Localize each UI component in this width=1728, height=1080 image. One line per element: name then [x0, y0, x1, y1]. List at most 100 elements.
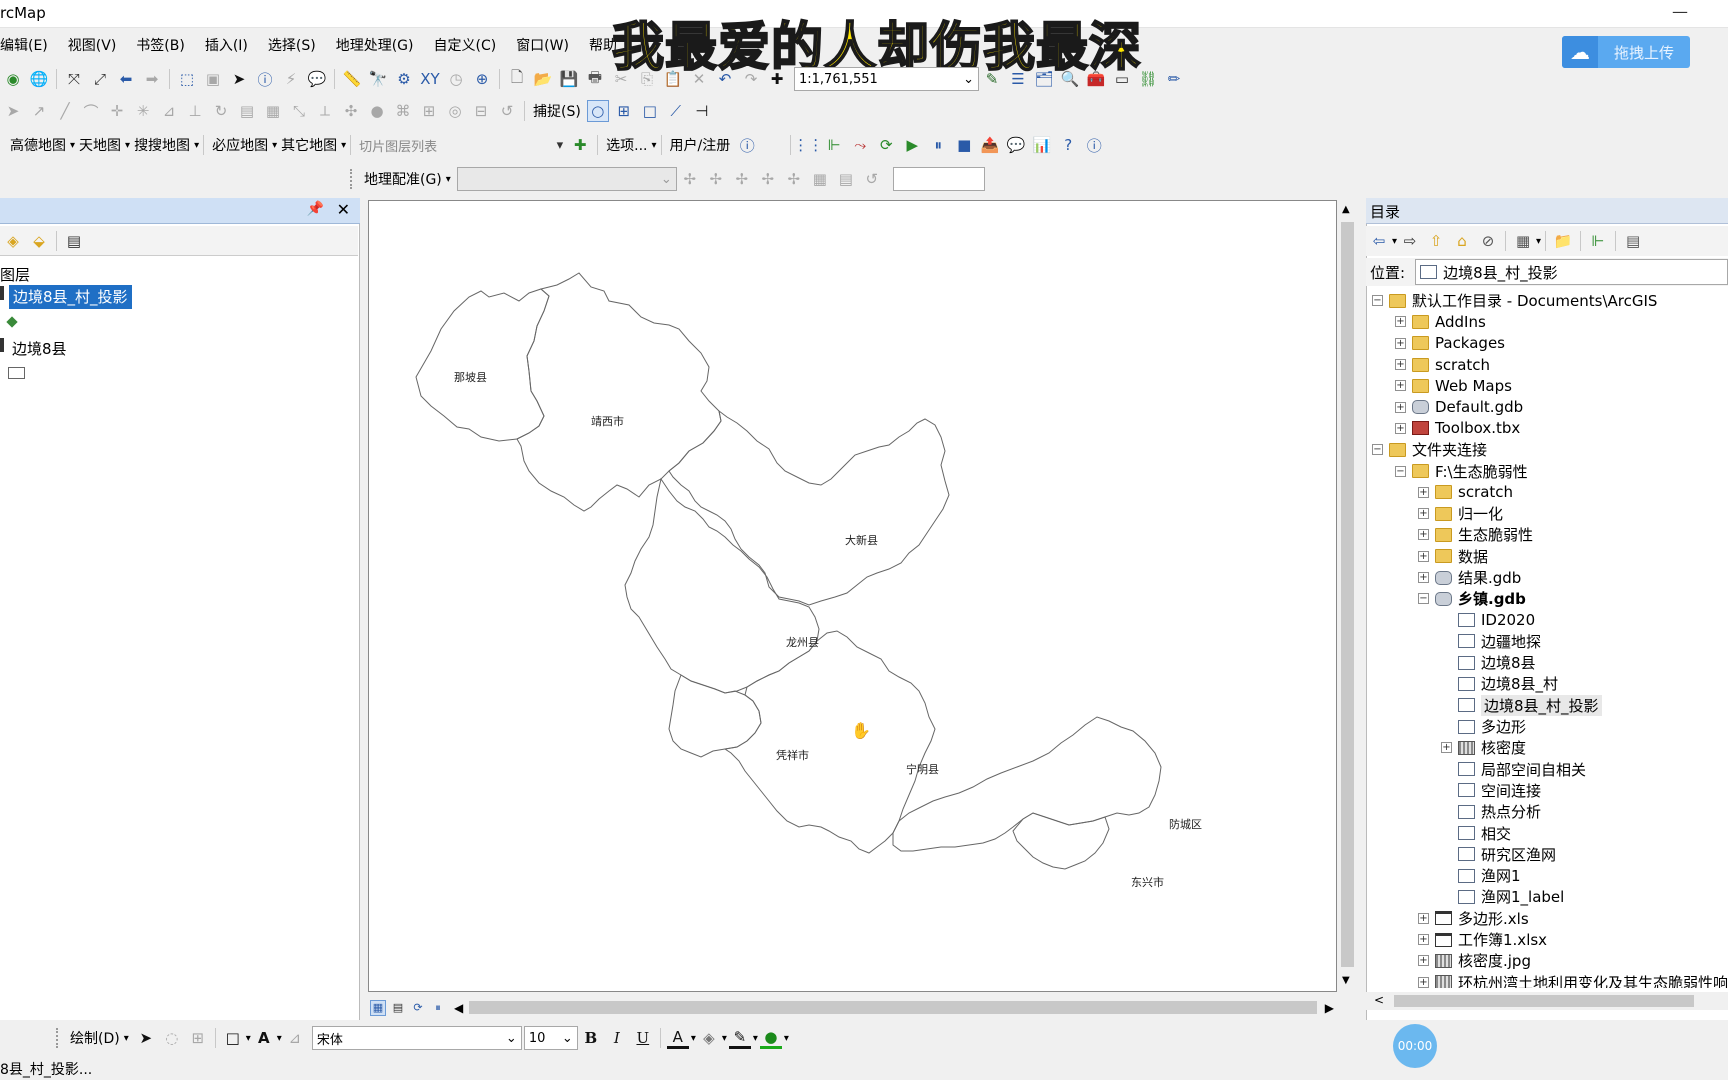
- model-builder-icon[interactable]: ⛓: [1137, 68, 1159, 90]
- copy-icon[interactable]: ⎘: [636, 68, 658, 90]
- play-icon[interactable]: ▶: [901, 134, 923, 156]
- expand-icon[interactable]: +: [1418, 486, 1429, 498]
- catalog-tree-item[interactable]: 边疆地探: [1366, 631, 1728, 652]
- catalog-tree-item[interactable]: + Packages: [1366, 333, 1728, 354]
- list-by-source-icon[interactable]: ⬙: [28, 230, 50, 252]
- catalog-tree-item[interactable]: 渔网1: [1366, 865, 1728, 886]
- refresh-view-icon[interactable]: ⟳: [410, 1000, 426, 1016]
- delete-icon[interactable]: ✕: [688, 68, 710, 90]
- menu-bookmarks[interactable]: 书签(B): [126, 33, 195, 59]
- full-extent-icon[interactable]: ⤧: [63, 68, 85, 90]
- straight-segment-icon[interactable]: ╱: [54, 100, 76, 122]
- map-view[interactable]: 那坡县 靖西市 大新县 龙州县 凭祥市 宁明县 防城区 东兴市 ✋: [368, 200, 1337, 992]
- expand-icon[interactable]: +: [1418, 529, 1429, 541]
- map-vertical-scrollbar[interactable]: ▲ ▼: [1339, 200, 1356, 992]
- snap-tool-icon[interactable]: ✣: [340, 100, 362, 122]
- scroll-left-icon[interactable]: <: [1374, 993, 1384, 1007]
- add-tile-icon[interactable]: ✚: [569, 134, 591, 156]
- table-of-contents-icon[interactable]: ☰: [1007, 68, 1029, 90]
- find-icon[interactable]: 🔭: [367, 68, 389, 90]
- catalog-tree-item[interactable]: + 生态脆弱性: [1366, 524, 1728, 545]
- bold-icon[interactable]: B: [580, 1027, 602, 1049]
- midpoint-icon[interactable]: ✳: [132, 100, 154, 122]
- zoom-whole-page-icon[interactable]: ⊞: [187, 1027, 209, 1049]
- collapse-icon[interactable]: −: [1418, 593, 1429, 605]
- link-table-icon[interactable]: ▦: [809, 168, 831, 190]
- expand-icon[interactable]: +: [1395, 422, 1406, 434]
- user-register-button[interactable]: 用户/注册: [666, 135, 735, 155]
- rotate-georef-icon[interactable]: ✢: [705, 168, 727, 190]
- catalog-tree-item[interactable]: + 多边形.xls: [1366, 908, 1728, 929]
- scroll-thumb[interactable]: [1341, 222, 1354, 967]
- expand-icon[interactable]: +: [1395, 401, 1406, 413]
- catalog-tree-item[interactable]: + 核密度: [1366, 737, 1728, 758]
- chart-icon[interactable]: 📊: [1031, 134, 1053, 156]
- catalog-tree-item[interactable]: + Default.gdb: [1366, 396, 1728, 417]
- chat-icon[interactable]: 💬: [1005, 134, 1027, 156]
- globe-icon[interactable]: 🌐: [28, 68, 50, 90]
- html-popup-icon[interactable]: 💬: [306, 68, 328, 90]
- select-elements-icon[interactable]: ➤: [228, 68, 250, 90]
- layer-villages-projected[interactable]: 边境8县_村_投影: [9, 285, 132, 309]
- catalog-tree-item[interactable]: + scratch: [1366, 354, 1728, 375]
- catalog-tree-item[interactable]: + 环杭州湾土地利用变化及其生态脆弱性响: [1366, 972, 1728, 988]
- snapping-menu[interactable]: 捕捉(S): [529, 101, 585, 121]
- snap-settings-icon[interactable]: ⊣: [691, 100, 713, 122]
- line-color-icon[interactable]: ✎: [728, 1027, 751, 1049]
- scroll-left-icon[interactable]: ◀: [454, 1001, 463, 1015]
- add-control-point-icon[interactable]: ✢: [679, 168, 701, 190]
- home-icon[interactable]: ⌂: [1451, 230, 1473, 252]
- search-window-icon[interactable]: 🔍: [1059, 68, 1081, 90]
- draw-menu[interactable]: 绘制(D): [66, 1028, 124, 1048]
- buffer-icon[interactable]: ◎: [444, 100, 466, 122]
- shift-icon[interactable]: ✢: [731, 168, 753, 190]
- connect-folder-icon[interactable]: 📁: [1552, 230, 1574, 252]
- catalog-tree-item[interactable]: + 核密度.jpg: [1366, 950, 1728, 971]
- catalog-tree-item[interactable]: + 数据: [1366, 546, 1728, 567]
- menu-windows[interactable]: 窗口(W): [506, 33, 579, 59]
- print-icon[interactable]: 🖶: [584, 68, 606, 90]
- fillet-icon[interactable]: ↺: [496, 100, 518, 122]
- clip-icon[interactable]: ⊟: [470, 100, 492, 122]
- basemap-soso[interactable]: 搜搜地图: [130, 135, 194, 155]
- layer-border-counties[interactable]: 边境8县: [12, 338, 67, 359]
- end-snap-icon[interactable]: ⊞: [613, 100, 635, 122]
- menu-insert[interactable]: 插入(I): [195, 33, 258, 59]
- trace-icon[interactable]: ⊿: [158, 100, 180, 122]
- catalog-tree-item[interactable]: 局部空间自相关: [1366, 759, 1728, 780]
- expand-icon[interactable]: +: [1418, 976, 1429, 988]
- catalog-tree-item[interactable]: − 乡镇.gdb: [1366, 588, 1728, 609]
- forward-icon[interactable]: ⇨: [1399, 230, 1421, 252]
- catalog-tree-item[interactable]: + Web Maps: [1366, 375, 1728, 396]
- network-icon[interactable]: ⤳: [849, 134, 871, 156]
- disconnect-icon[interactable]: ⊘: [1477, 230, 1499, 252]
- sphere-icon[interactable]: ●: [366, 100, 388, 122]
- catalog-tree-item[interactable]: ID2020: [1366, 609, 1728, 630]
- layout-grid-icon[interactable]: ⋮⋮: [793, 134, 823, 156]
- topology-icon[interactable]: ⤡: [288, 100, 310, 122]
- catalog-tree-item[interactable]: 渔网1_label: [1366, 886, 1728, 907]
- paste-icon[interactable]: 📋: [662, 68, 684, 90]
- catalog-tree-item[interactable]: − 文件夹连接: [1366, 439, 1728, 460]
- catalog-tree-item[interactable]: + 工作簿1.xlsx: [1366, 929, 1728, 950]
- options-icon[interactable]: ▤: [63, 230, 85, 252]
- basemap-bing[interactable]: 必应地图: [208, 135, 272, 155]
- collapse-icon[interactable]: −: [1372, 444, 1383, 456]
- expand-icon[interactable]: +: [1395, 316, 1406, 328]
- georef-input[interactable]: [892, 167, 985, 191]
- marker-color-icon[interactable]: ●: [759, 1027, 782, 1049]
- attributes-icon[interactable]: ▤: [236, 100, 258, 122]
- generalize-icon[interactable]: ⌘: [392, 100, 414, 122]
- pin-icon[interactable]: 📌: [307, 201, 324, 217]
- catalog-tree-item[interactable]: − F:\生态脆弱性: [1366, 460, 1728, 481]
- scroll-down-icon[interactable]: ▼: [1342, 975, 1350, 986]
- font-color-icon[interactable]: A: [666, 1027, 689, 1049]
- font-size-select[interactable]: 10 ⌄: [523, 1026, 578, 1050]
- report-icon[interactable]: 📤: [979, 134, 1001, 156]
- curve-icon[interactable]: ⌒: [80, 100, 102, 122]
- scale-georef-icon[interactable]: ✢: [757, 168, 779, 190]
- italic-icon[interactable]: I: [606, 1027, 628, 1049]
- tile-layer-dropdown[interactable]: 切片图层列表 ▾: [355, 133, 567, 157]
- h-scroll-thumb[interactable]: [469, 1001, 1317, 1014]
- open-icon[interactable]: 📂: [532, 68, 554, 90]
